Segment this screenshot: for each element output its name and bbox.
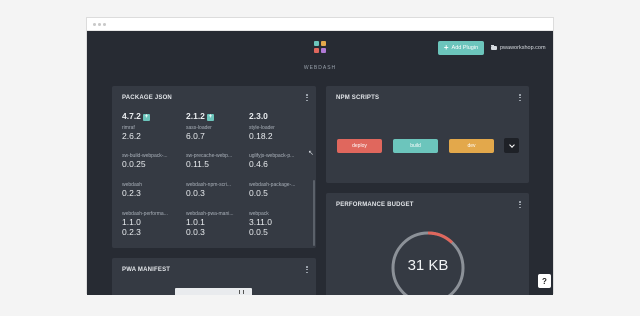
more-options-icon[interactable] (306, 266, 308, 273)
plus-icon: + (443, 43, 449, 52)
performance-budget-card: PERFORMANCE BUDGET 31 KB (326, 193, 529, 295)
package-top-version: 4.7.2 + (122, 111, 150, 121)
more-scripts-button[interactable] (504, 138, 519, 153)
site-link[interactable]: pwaworkshop.com (491, 41, 546, 55)
add-plugin-button[interactable]: + Add Plugin (438, 41, 484, 55)
package-item: webdash 0.2.3 (122, 182, 143, 198)
more-options-icon[interactable] (306, 94, 308, 101)
top-bar: WEBDASH + Add Plugin pwaworkshop.com (87, 31, 553, 75)
folder-icon (491, 45, 497, 50)
package-item: sw-build-webpack-... 0.0.25 (122, 153, 168, 169)
scrollbar[interactable] (313, 180, 315, 246)
webdash-logo-icon (314, 41, 327, 54)
browser-window: WEBDASH + Add Plugin pwaworkshop.com PAC… (86, 17, 554, 295)
package-item: webdash-npm-scri... 0.0.3 (186, 182, 232, 198)
browser-chrome (87, 18, 553, 31)
more-options-icon[interactable] (519, 201, 521, 208)
package-item: webdash-pwa-mani... 1.0.1 0.0.3 (186, 211, 234, 237)
site-name: pwaworkshop.com (500, 45, 546, 51)
manifest-preview (175, 288, 252, 295)
pwa-manifest-card: PWA MANIFEST (112, 258, 316, 295)
window-dot (98, 23, 101, 26)
build-button[interactable]: build (393, 139, 438, 153)
package-json-card: PACKAGE JSON 4.7.2 + 2.1.2 + 2.3.0 rimraf … (112, 86, 316, 248)
mouse-cursor-icon: ↖ (308, 150, 314, 157)
package-item: sass-loader 6.0.7 (186, 125, 212, 141)
window-dot (93, 23, 96, 26)
window-dot (103, 23, 106, 26)
help-button[interactable]: ? (538, 274, 551, 288)
package-top-version: 2.3.0 (249, 111, 268, 121)
dev-button[interactable]: dev (449, 139, 494, 153)
add-badge-icon[interactable]: + (206, 114, 214, 121)
npm-scripts-card: NPM SCRIPTS deploy build dev (326, 86, 529, 183)
package-item: uglifyjs-webpack-p... 0.4.6 (249, 153, 295, 169)
package-item: sw-precache-webp... 0.11.5 (186, 153, 233, 169)
card-title: PWA MANIFEST (122, 267, 171, 273)
webdash-app: WEBDASH + Add Plugin pwaworkshop.com PAC… (87, 31, 553, 295)
package-item: webpack 3.11.0 0.0.5 (249, 211, 273, 237)
package-item: webdash-performa... 1.1.0 0.2.3 (122, 211, 168, 237)
card-title: NPM SCRIPTS (336, 95, 380, 101)
package-item: style-loader 0.18.2 (249, 125, 275, 141)
more-options-icon[interactable] (519, 94, 521, 101)
card-title: PERFORMANCE BUDGET (336, 202, 414, 208)
add-plugin-label: Add Plugin (451, 45, 479, 51)
package-item: webdash-package-... 0.0.5 (249, 182, 296, 198)
add-badge-icon[interactable]: + (142, 114, 150, 121)
deploy-button[interactable]: deploy (337, 139, 382, 153)
package-item: rimraf 2.6.2 (122, 125, 141, 141)
chevron-down-icon (508, 141, 515, 148)
card-title: PACKAGE JSON (122, 95, 172, 101)
package-top-version: 2.1.2 + (186, 111, 214, 121)
brand-name: WEBDASH (303, 65, 337, 71)
budget-value: 31 KB (407, 257, 449, 274)
